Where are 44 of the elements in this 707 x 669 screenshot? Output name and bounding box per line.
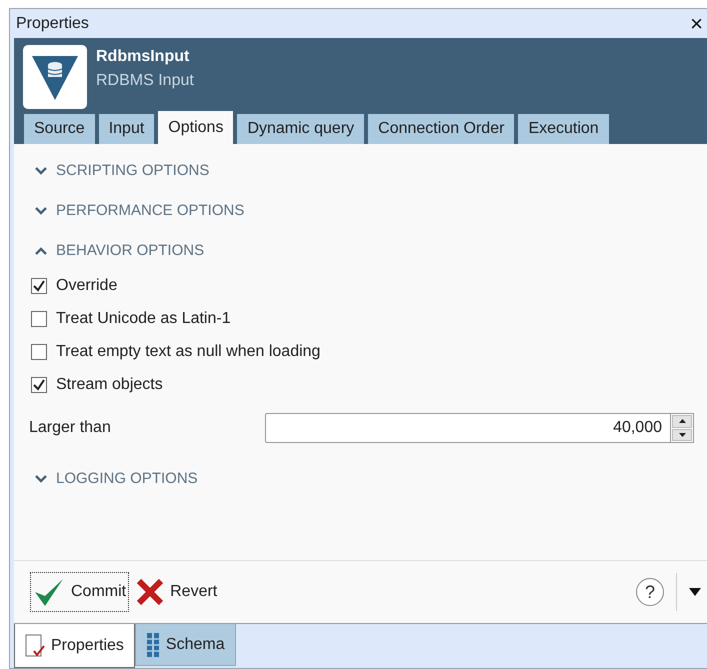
checkmark-icon — [32, 279, 46, 293]
component-name: RdbmsInput — [96, 48, 190, 66]
field-label: Larger than — [29, 419, 112, 437]
chevron-down-icon — [35, 474, 47, 482]
checkbox-label: Override — [56, 277, 118, 295]
bottom-tab[interactable]: Schema — [134, 624, 236, 666]
checkbox[interactable] — [31, 278, 47, 294]
chevron-down-icon — [35, 206, 47, 214]
section-header[interactable]: BEHAVIOR OPTIONS — [31, 238, 204, 263]
section-header[interactable]: LOGGING OPTIONS — [31, 466, 198, 491]
tab[interactable]: Execution — [517, 113, 610, 144]
dropdown-triangle-icon — [689, 588, 701, 596]
window-title: Properties — [16, 14, 90, 32]
tab[interactable]: Options — [157, 110, 234, 144]
cross-icon — [136, 578, 164, 606]
checkbox[interactable] — [31, 377, 47, 393]
section-header[interactable]: PERFORMANCE OPTIONS — [31, 198, 244, 223]
chevron-up-icon — [35, 246, 47, 254]
tab[interactable]: Input — [98, 113, 156, 144]
bottom-tab[interactable]: Properties — [14, 624, 135, 668]
checkbox-label: Treat empty text as null when loading — [56, 343, 320, 361]
checkbox-label: Stream objects — [56, 376, 163, 394]
close-button[interactable]: × — [686, 14, 707, 34]
checkbox[interactable] — [31, 311, 47, 327]
spin-down-button[interactable] — [672, 428, 692, 441]
chevron-down-icon — [35, 166, 47, 174]
checkmark-icon — [33, 576, 65, 608]
checkmark-icon — [32, 378, 46, 392]
up-triangle-icon — [678, 419, 686, 424]
checkbox-label: Treat Unicode as Latin-1 — [56, 310, 231, 328]
down-triangle-icon — [678, 432, 686, 437]
grid-columns-icon — [146, 632, 160, 658]
number-field[interactable]: 40,000 — [265, 413, 670, 443]
tab[interactable]: Source — [23, 113, 96, 144]
checkbox[interactable] — [31, 344, 47, 360]
tab[interactable]: Connection Order — [367, 113, 516, 144]
section-header[interactable]: SCRIPTING OPTIONS — [31, 158, 210, 183]
help-button[interactable]: ? — [636, 578, 664, 606]
component-type: RDBMS Input — [96, 72, 194, 90]
tab[interactable]: Dynamic query — [236, 113, 366, 144]
spin-up-button[interactable] — [672, 415, 692, 428]
checked-page-icon — [25, 634, 45, 658]
revert-button[interactable]: Revert — [133, 574, 220, 610]
commit-button[interactable]: Commit — [30, 572, 130, 612]
